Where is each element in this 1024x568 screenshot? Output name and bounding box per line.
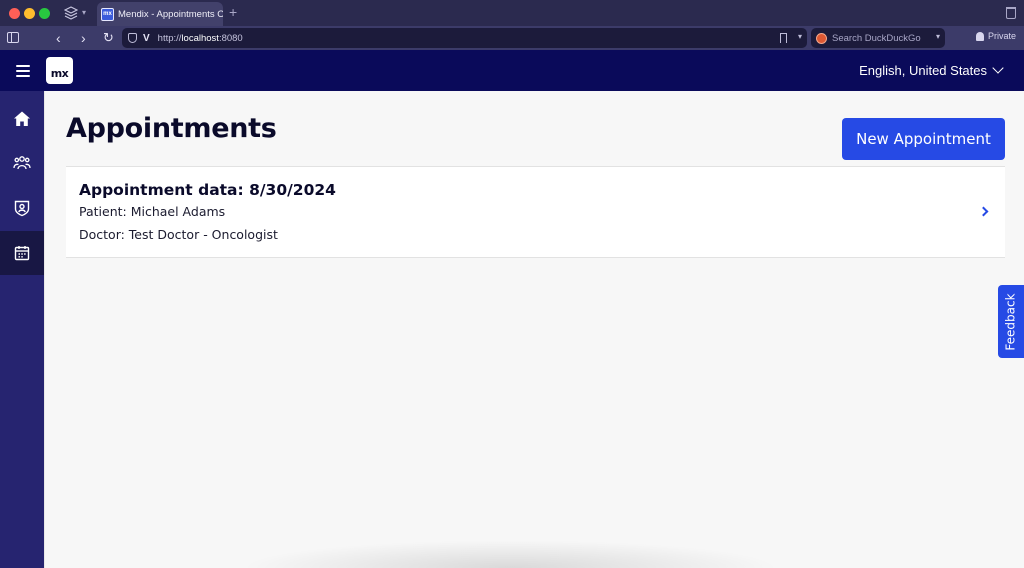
vpn-icon[interactable]: V <box>143 33 150 44</box>
language-label: English, United States <box>859 63 987 78</box>
new-tab-button[interactable]: + <box>229 5 237 19</box>
maximize-window-button[interactable] <box>39 8 50 19</box>
ghost-icon <box>976 31 984 41</box>
browser-toolbar: ‹ › ↻ V http://localhost:8080 ▾ Search D… <box>0 26 1024 50</box>
language-selector[interactable]: English, United States <box>859 62 1004 78</box>
page-title: Appointments <box>66 113 277 144</box>
home-icon <box>14 111 30 126</box>
feedback-label: Feedback <box>1004 292 1018 351</box>
appointment-title: Appointment data: 8/30/2024 <box>79 181 336 199</box>
badge-shield-icon <box>14 200 30 217</box>
mendix-logo[interactable]: mx <box>46 57 73 84</box>
bottom-shadow <box>240 540 780 568</box>
address-bar[interactable]: V http://localhost:8080 ▾ <box>122 28 807 48</box>
browser-window: ▾ mx Mendix - Appointments Ov + ‹ › ↻ V … <box>0 0 1024 568</box>
bookmark-icon[interactable] <box>780 33 787 43</box>
duckduckgo-icon <box>816 32 827 44</box>
url-text[interactable]: http://localhost:8080 <box>158 33 243 44</box>
sidebar <box>0 91 44 568</box>
tab-title: Mendix - Appointments Ov <box>118 8 223 20</box>
url-dropdown-icon[interactable]: ▾ <box>798 32 802 41</box>
search-placeholder: Search DuckDuckGo <box>832 32 921 44</box>
shield-icon[interactable] <box>128 33 137 43</box>
menu-icon[interactable] <box>16 65 30 77</box>
sidebar-item-appointments[interactable] <box>0 231 44 275</box>
mendix-favicon-icon: mx <box>101 7 114 21</box>
list-item[interactable]: Appointment data: 8/30/2024 Patient: Mic… <box>66 167 1005 257</box>
new-appointment-button[interactable]: New Appointment <box>842 118 1005 160</box>
sidebar-item-home[interactable] <box>0 97 44 141</box>
search-engine-dropdown-icon[interactable]: ▾ <box>936 32 940 41</box>
tab-groups-caret-icon[interactable]: ▾ <box>82 8 86 17</box>
appointment-list: Appointment data: 8/30/2024 Patient: Mic… <box>66 166 1005 258</box>
tab-groups-icon[interactable] <box>64 6 78 20</box>
sidebar-toggle-icon[interactable] <box>7 32 19 43</box>
browser-tab-bar: ▾ mx Mendix - Appointments Ov + <box>0 0 1024 26</box>
main-content: Appointments New Appointment Appointment… <box>44 91 1024 568</box>
reload-button[interactable]: ↻ <box>103 29 114 47</box>
browser-tab-active[interactable]: mx Mendix - Appointments Ov <box>97 2 223 26</box>
chevron-down-icon <box>992 62 1004 74</box>
users-icon <box>13 156 31 170</box>
minimize-window-button[interactable] <box>24 8 35 19</box>
appointment-patient: Patient: Michael Adams <box>79 204 226 219</box>
sidebar-item-doctors[interactable] <box>0 186 44 230</box>
close-window-button[interactable] <box>9 8 20 19</box>
private-label: Private <box>988 31 1017 41</box>
private-indicator: Private <box>976 31 1016 41</box>
sidebar-item-patients[interactable] <box>0 141 44 185</box>
trash-icon[interactable] <box>1006 7 1016 19</box>
app-header: English, United States <box>0 50 1024 91</box>
appointment-doctor: Doctor: Test Doctor - Oncologist <box>79 227 278 242</box>
forward-button[interactable]: › <box>81 29 86 47</box>
feedback-button[interactable]: Feedback <box>998 285 1024 358</box>
calendar-icon <box>14 246 30 261</box>
search-field[interactable]: Search DuckDuckGo ▾ <box>811 28 945 48</box>
back-button[interactable]: ‹ <box>56 29 61 47</box>
